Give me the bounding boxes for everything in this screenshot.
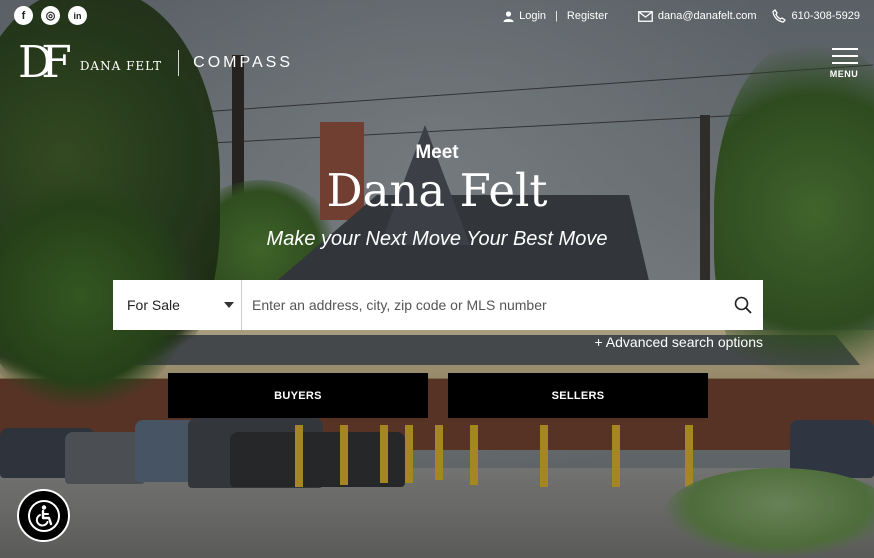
advanced-search-link[interactable]: + Advanced search options bbox=[594, 334, 763, 350]
hero-meet: Meet bbox=[415, 142, 459, 163]
instagram-icon[interactable]: ◎ bbox=[41, 6, 60, 25]
menu-button[interactable]: MENU bbox=[828, 48, 860, 79]
envelope-icon bbox=[637, 10, 653, 22]
logo-monogram: DF bbox=[18, 37, 72, 88]
logo-name: DANA FELT bbox=[79, 59, 163, 73]
phone-link[interactable]: 610-308-5929 bbox=[772, 9, 860, 23]
property-search-bar: For Sale bbox=[113, 280, 763, 330]
search-button[interactable] bbox=[723, 280, 763, 330]
logo-divider bbox=[178, 50, 180, 76]
separator: | bbox=[555, 10, 558, 22]
login-link[interactable]: Login bbox=[503, 10, 546, 22]
caret-down-icon bbox=[224, 302, 234, 308]
search-input[interactable] bbox=[242, 282, 723, 328]
accessibility-button[interactable] bbox=[17, 489, 70, 542]
listing-type-value: For Sale bbox=[127, 297, 180, 313]
user-icon bbox=[503, 10, 514, 22]
accessibility-icon bbox=[27, 499, 60, 532]
menu-label: MENU bbox=[829, 69, 859, 79]
phone-label: 610-308-5929 bbox=[791, 10, 860, 22]
hamburger-icon bbox=[828, 48, 860, 64]
linkedin-icon[interactable]: in bbox=[68, 6, 87, 25]
hero-name: Dana Felt bbox=[326, 164, 548, 217]
login-label: Login bbox=[519, 10, 547, 22]
site-logo[interactable]: DF DANA FELT COMPASS bbox=[18, 41, 293, 85]
hero-tagline: Make your Next Move Your Best Move bbox=[266, 228, 608, 250]
brokerage-logo: COMPASS bbox=[193, 54, 293, 71]
email-label: dana@danafelt.com bbox=[657, 10, 757, 22]
sellers-button[interactable]: SELLERS bbox=[448, 373, 708, 418]
top-utility-bar: Login | Register dana@danafelt.com 610-3… bbox=[503, 9, 860, 23]
phone-icon bbox=[772, 9, 787, 23]
email-link[interactable]: dana@danafelt.com bbox=[637, 10, 757, 22]
listing-type-select[interactable]: For Sale bbox=[113, 280, 242, 330]
social-links: f ◎ in bbox=[14, 6, 87, 25]
register-link[interactable]: Register bbox=[567, 10, 608, 22]
facebook-icon[interactable]: f bbox=[14, 6, 33, 25]
buyers-button[interactable]: BUYERS bbox=[168, 373, 428, 418]
search-icon bbox=[734, 296, 752, 314]
